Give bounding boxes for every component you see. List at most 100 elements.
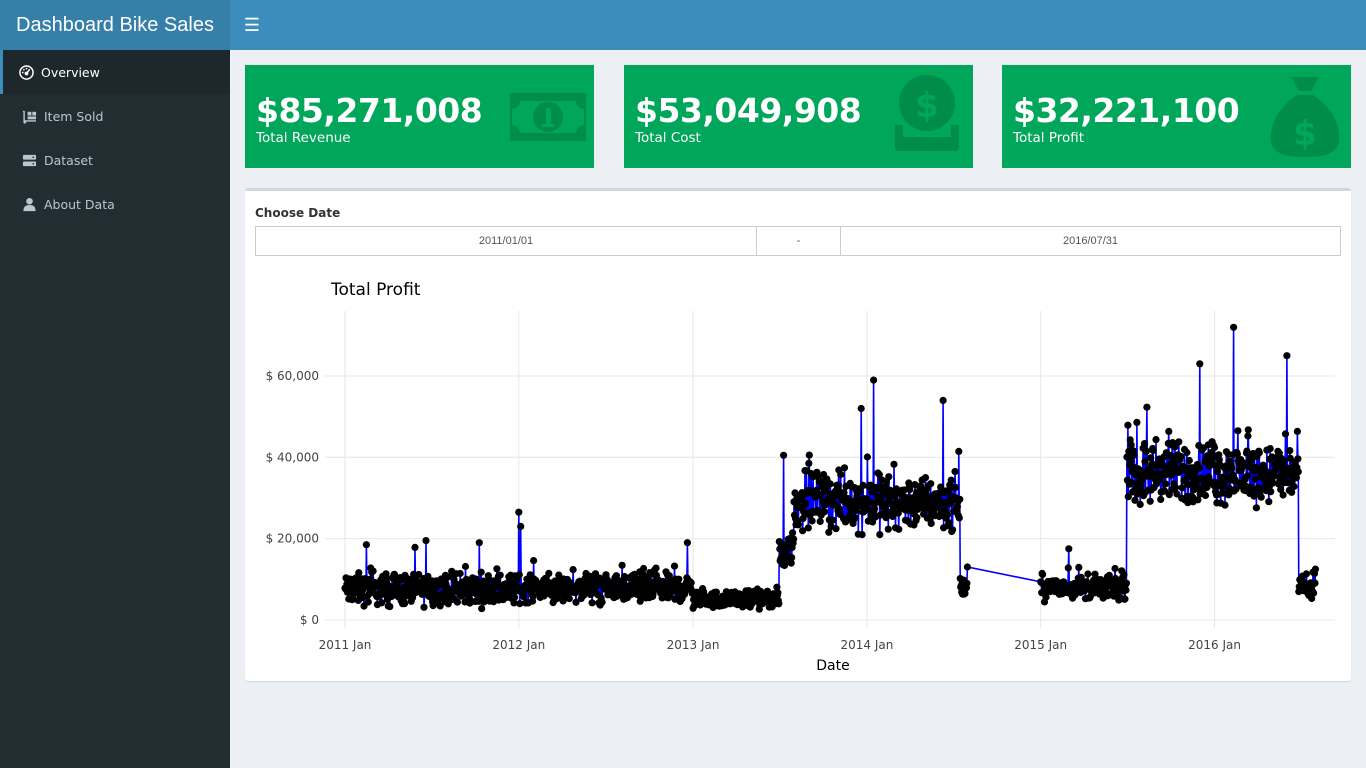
sidebar-item-dataset[interactable]: Dataset xyxy=(0,138,230,182)
data-point xyxy=(921,474,930,482)
data-point xyxy=(1171,484,1180,492)
sidebar-item-about-data[interactable]: About Data xyxy=(0,182,230,226)
data-point xyxy=(955,514,963,522)
sidebar-item-label: Overview xyxy=(41,64,100,80)
data-point xyxy=(890,460,898,468)
top-navbar: Dashboard Bike Sales ☰ xyxy=(0,0,1366,50)
data-point xyxy=(876,531,884,539)
data-point xyxy=(840,464,849,472)
data-point xyxy=(820,508,829,516)
value-box-cost: $53,049,908 Total Cost $ xyxy=(624,65,973,168)
data-point xyxy=(1252,504,1260,512)
data-point xyxy=(951,483,960,492)
data-point xyxy=(856,488,864,496)
value-box-revenue: $85,271,008 Total Revenue xyxy=(245,65,594,168)
data-point xyxy=(355,569,363,577)
data-point xyxy=(1279,491,1287,499)
data-point xyxy=(804,524,812,532)
data-point xyxy=(857,404,865,413)
x-tick-label: 2011 Jan xyxy=(319,638,372,652)
data-point xyxy=(1128,478,1136,487)
data-point xyxy=(1142,447,1150,455)
data-point xyxy=(913,514,921,522)
sidebar-item-overview[interactable]: Overview xyxy=(0,50,230,94)
data-point xyxy=(529,592,537,600)
data-point xyxy=(1293,427,1301,435)
data-point xyxy=(949,526,957,534)
data-point xyxy=(496,571,504,579)
x-axis-label: Date xyxy=(816,658,849,674)
data-point xyxy=(565,595,573,603)
x-tick-label: 2014 Jan xyxy=(840,638,893,652)
data-point xyxy=(1146,497,1154,505)
data-point xyxy=(885,473,893,481)
data-point xyxy=(1075,563,1083,571)
value-box-label: Total Cost xyxy=(635,130,701,146)
data-point xyxy=(477,568,485,576)
data-point xyxy=(963,563,972,571)
data-point xyxy=(670,562,679,570)
svg-text:$: $ xyxy=(915,86,939,126)
data-point xyxy=(1140,440,1149,448)
data-point xyxy=(598,598,606,606)
data-point xyxy=(816,517,824,525)
data-point xyxy=(1130,451,1138,459)
data-point xyxy=(1152,436,1160,444)
data-point xyxy=(790,535,798,543)
profit-line-chart[interactable]: Total Profit Date $ 0 $ 20,000 $ 40,000 $ 6… xyxy=(245,191,1351,684)
data-point xyxy=(420,603,428,611)
data-point xyxy=(475,539,483,547)
data-point xyxy=(461,562,470,571)
data-point xyxy=(943,511,952,519)
data-point xyxy=(1210,444,1219,452)
data-point xyxy=(422,537,430,545)
data-point xyxy=(1283,352,1291,360)
data-point xyxy=(801,499,810,507)
data-point xyxy=(780,451,788,459)
data-point xyxy=(945,519,953,527)
data-point xyxy=(1290,482,1298,491)
data-point xyxy=(1124,421,1132,429)
data-point xyxy=(863,453,872,461)
data-point xyxy=(1255,449,1263,457)
data-point xyxy=(774,589,782,597)
app-title[interactable]: Dashboard Bike Sales xyxy=(0,0,230,50)
sidebar-item-item-sold[interactable]: Item Sold xyxy=(0,94,230,138)
sidebar-toggle-button[interactable]: ☰ xyxy=(230,0,274,50)
data-point xyxy=(1257,493,1265,501)
data-point xyxy=(1121,595,1129,603)
data-point xyxy=(510,593,519,601)
data-point xyxy=(1122,586,1130,594)
sidebar-item-label: About Data xyxy=(44,196,115,212)
data-point xyxy=(515,508,523,516)
value-box-label: Total Profit xyxy=(1013,130,1085,146)
data-point xyxy=(1120,570,1128,579)
data-point xyxy=(884,525,892,533)
data-point xyxy=(895,525,903,533)
data-point xyxy=(652,564,660,572)
data-point xyxy=(956,495,964,503)
data-point xyxy=(411,543,419,551)
hand-coin-icon: $ xyxy=(885,75,969,159)
value-box-value: $32,221,100 xyxy=(1013,91,1240,130)
profit-chart-box: Choose Date - Total Profit Date $ 0$ 20,… xyxy=(245,188,1351,681)
data-point xyxy=(805,451,813,459)
data-point xyxy=(1230,323,1238,331)
data-point xyxy=(1064,564,1072,572)
data-point xyxy=(456,569,464,578)
data-point xyxy=(832,525,840,533)
data-point xyxy=(1065,545,1073,553)
data-point xyxy=(364,598,372,606)
svg-text:$: $ xyxy=(1293,114,1317,154)
value-box-value: $85,271,008 xyxy=(256,91,483,130)
data-point xyxy=(1157,495,1165,503)
data-point xyxy=(1310,589,1318,597)
data-point xyxy=(834,481,842,489)
data-point xyxy=(640,564,648,573)
data-point xyxy=(1161,480,1170,488)
value-box-label: Total Revenue xyxy=(256,130,351,146)
data-point xyxy=(683,539,691,547)
data-point xyxy=(870,376,878,384)
data-point xyxy=(947,476,955,484)
data-point xyxy=(1183,448,1191,457)
